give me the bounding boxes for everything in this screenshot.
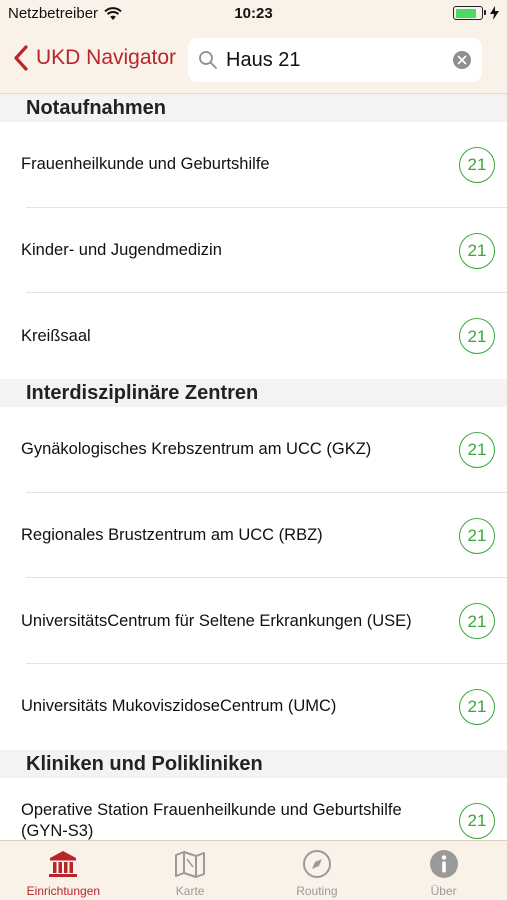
charging-icon (490, 6, 499, 20)
tab-karte[interactable]: Karte (127, 841, 254, 900)
section-header: Notaufnahmen (0, 94, 507, 122)
building-icon (49, 851, 78, 877)
status-bar: Netzbetreiber 10:23 (0, 0, 507, 28)
list-item[interactable]: UniversitätsCentrum für Seltene Erkranku… (0, 578, 507, 664)
section-header: Kliniken und Polikliniken (0, 749, 507, 778)
results-list[interactable]: Notaufnahmen Frauenheilkunde und Geburts… (0, 94, 507, 840)
building-number-badge: 21 (459, 232, 495, 269)
section-header: Interdisziplinäre Zentren (0, 379, 507, 408)
clear-search-icon[interactable] (452, 50, 472, 70)
list-item-label: Universitäts MukoviszidoseCentrum (UMC) (21, 697, 337, 716)
search-field[interactable]: Haus 21 (188, 38, 482, 82)
building-number-badge: 21 (459, 431, 495, 468)
search-icon (199, 51, 217, 69)
list-item[interactable]: Gynäkologisches Krebszentrum am UCC (GKZ… (0, 407, 507, 493)
tab-label: Routing (296, 884, 338, 898)
navigation-bar: UKD Navigator Haus 21 (0, 28, 507, 94)
building-number-badge: 21 (459, 146, 495, 183)
compass-icon (302, 850, 331, 878)
search-input[interactable]: Haus 21 (226, 49, 452, 72)
list-item[interactable]: Frauenheilkunde und Geburtshilfe 21 (0, 122, 507, 208)
tab-bar: Einrichtungen Karte Routing Über (0, 840, 507, 900)
chevron-left-icon (14, 45, 28, 71)
list-item-label: Kreißsaal (21, 326, 91, 345)
building-number-badge: 21 (459, 517, 495, 554)
building-number-badge: 21 (459, 802, 495, 839)
tab-ueber[interactable]: Über (380, 841, 507, 900)
tab-label: Über (430, 884, 457, 898)
building-number-badge: 21 (459, 603, 495, 640)
list-item-label: Gynäkologisches Krebszentrum am UCC (GKZ… (21, 440, 372, 459)
tab-routing[interactable]: Routing (254, 841, 381, 900)
map-icon (175, 851, 206, 878)
list-item-label: Kinder- und Jugendmedizin (21, 241, 222, 260)
tab-label: Einrichtungen (26, 884, 101, 898)
battery-fill (455, 8, 476, 18)
battery-icon (453, 6, 486, 20)
back-button[interactable]: UKD Navigator (12, 45, 176, 71)
back-button-label: UKD Navigator (36, 46, 177, 69)
status-time: 10:23 (234, 5, 273, 22)
list-item-label: Frauenheilkunde und Geburtshilfe (21, 155, 270, 174)
list-item[interactable]: Kinder- und Jugendmedizin 21 (0, 208, 507, 294)
tab-label: Karte (175, 884, 205, 898)
list-item[interactable]: Operative Station Frauenheilkunde und Ge… (0, 778, 507, 840)
info-icon (429, 850, 458, 878)
list-item-label: Regionales Brustzentrum am UCC (RBZ) (21, 526, 323, 545)
battery-indicator (453, 6, 499, 20)
list-item[interactable]: Kreißsaal 21 (0, 293, 507, 379)
list-item-label: UniversitätsCentrum für Seltene Erkranku… (21, 611, 412, 630)
building-number-badge: 21 (459, 318, 495, 355)
list-item[interactable]: Regionales Brustzentrum am UCC (RBZ) 21 (0, 493, 507, 579)
building-number-badge: 21 (459, 688, 495, 725)
tab-einrichtungen[interactable]: Einrichtungen (0, 841, 127, 900)
list-item[interactable]: Universitäts MukoviszidoseCentrum (UMC) … (0, 664, 507, 750)
list-item-label: Operative Station Frauenheilkunde und Ge… (21, 800, 402, 840)
